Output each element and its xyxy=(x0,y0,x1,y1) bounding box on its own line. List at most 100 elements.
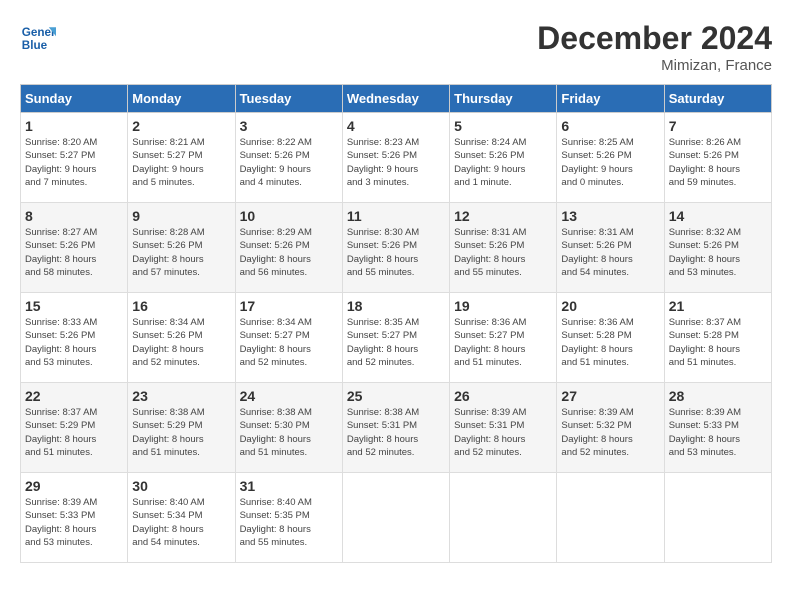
calendar-cell: 31 Sunrise: 8:40 AM Sunset: 5:35 PM Dayli… xyxy=(235,473,342,563)
calendar-cell: 5 Sunrise: 8:24 AM Sunset: 5:26 PM Daylig… xyxy=(450,113,557,203)
calendar-cell: 20 Sunrise: 8:36 AM Sunset: 5:28 PM Dayli… xyxy=(557,293,664,383)
day-number: 20 xyxy=(561,298,659,314)
day-info: Sunrise: 8:28 AM Sunset: 5:26 PM Dayligh… xyxy=(132,226,230,279)
calendar-cell: 22Sunrise: 8:37 AM Sunset: 5:29 PM Dayli… xyxy=(21,383,128,473)
calendar-cell: 13Sunrise: 8:31 AM Sunset: 5:26 PM Dayli… xyxy=(557,203,664,293)
day-info: Sunrise: 8:34 AM Sunset: 5:26 PM Dayligh… xyxy=(132,316,230,369)
calendar-cell: 15 Sunrise: 8:33 AM Sunset: 5:26 PM Dayli… xyxy=(21,293,128,383)
day-number: 26 xyxy=(454,388,552,404)
calendar-cell: 19 Sunrise: 8:36 AM Sunset: 5:27 PM Dayli… xyxy=(450,293,557,383)
day-info: Sunrise: 8:29 AM Sunset: 5:26 PM Dayligh… xyxy=(240,226,338,279)
calendar-cell: 4Sunrise: 8:23 AM Sunset: 5:26 PM Daylig… xyxy=(342,113,449,203)
calendar-cell: 16 Sunrise: 8:34 AM Sunset: 5:26 PM Dayli… xyxy=(128,293,235,383)
weekday-header: Tuesday xyxy=(235,85,342,113)
day-info: Sunrise: 8:39 AM Sunset: 5:33 PM Dayligh… xyxy=(669,406,767,459)
calendar-cell: 18 Sunrise: 8:35 AM Sunset: 5:27 PM Dayli… xyxy=(342,293,449,383)
day-info: Sunrise: 8:34 AM Sunset: 5:27 PM Dayligh… xyxy=(240,316,338,369)
day-number: 10 xyxy=(240,208,338,224)
weekday-header: Monday xyxy=(128,85,235,113)
day-info: Sunrise: 8:36 AM Sunset: 5:28 PM Dayligh… xyxy=(561,316,659,369)
calendar-cell xyxy=(450,473,557,563)
day-number: 22 xyxy=(25,388,123,404)
weekday-header: Friday xyxy=(557,85,664,113)
day-number: 23 xyxy=(132,388,230,404)
day-info: Sunrise: 8:40 AM Sunset: 5:34 PM Dayligh… xyxy=(132,496,230,549)
calendar-cell: 26 Sunrise: 8:39 AM Sunset: 5:31 PM Dayli… xyxy=(450,383,557,473)
day-number: 4 xyxy=(347,118,445,134)
day-info: Sunrise: 8:31 AM Sunset: 5:26 PM Dayligh… xyxy=(561,226,659,279)
calendar-cell xyxy=(557,473,664,563)
calendar-cell: 23 Sunrise: 8:38 AM Sunset: 5:29 PM Dayli… xyxy=(128,383,235,473)
day-number: 12 xyxy=(454,208,552,224)
calendar-cell: 24 Sunrise: 8:38 AM Sunset: 5:30 PM Dayli… xyxy=(235,383,342,473)
day-number: 1 xyxy=(25,118,123,134)
day-number: 19 xyxy=(454,298,552,314)
day-info: Sunrise: 8:20 AM Sunset: 5:27 PM Dayligh… xyxy=(25,136,123,189)
day-number: 29 xyxy=(25,478,123,494)
page-header: General Blue December 2024 Mimizan, Fran… xyxy=(20,20,772,74)
calendar-cell: 1 Sunrise: 8:20 AM Sunset: 5:27 PM Daylig… xyxy=(21,113,128,203)
calendar-cell: 21 Sunrise: 8:37 AM Sunset: 5:28 PM Dayli… xyxy=(664,293,771,383)
day-info: Sunrise: 8:24 AM Sunset: 5:26 PM Dayligh… xyxy=(454,136,552,189)
calendar-cell: 14Sunrise: 8:32 AM Sunset: 5:26 PM Dayli… xyxy=(664,203,771,293)
day-info: Sunrise: 8:38 AM Sunset: 5:31 PM Dayligh… xyxy=(347,406,445,459)
weekday-header: Wednesday xyxy=(342,85,449,113)
svg-text:Blue: Blue xyxy=(22,39,48,52)
day-info: Sunrise: 8:39 AM Sunset: 5:33 PM Dayligh… xyxy=(25,496,123,549)
weekday-header: Thursday xyxy=(450,85,557,113)
day-info: Sunrise: 8:38 AM Sunset: 5:29 PM Dayligh… xyxy=(132,406,230,459)
day-info: Sunrise: 8:40 AM Sunset: 5:35 PM Dayligh… xyxy=(240,496,338,549)
day-info: Sunrise: 8:36 AM Sunset: 5:27 PM Dayligh… xyxy=(454,316,552,369)
day-info: Sunrise: 8:38 AM Sunset: 5:30 PM Dayligh… xyxy=(240,406,338,459)
calendar-cell: 12 Sunrise: 8:31 AM Sunset: 5:26 PM Dayli… xyxy=(450,203,557,293)
day-number: 2 xyxy=(132,118,230,134)
day-info: Sunrise: 8:37 AM Sunset: 5:28 PM Dayligh… xyxy=(669,316,767,369)
day-number: 27 xyxy=(561,388,659,404)
day-info: Sunrise: 8:27 AM Sunset: 5:26 PM Dayligh… xyxy=(25,226,123,279)
day-info: Sunrise: 8:33 AM Sunset: 5:26 PM Dayligh… xyxy=(25,316,123,369)
day-number: 18 xyxy=(347,298,445,314)
day-number: 8 xyxy=(25,208,123,224)
day-number: 5 xyxy=(454,118,552,134)
calendar-cell: 10 Sunrise: 8:29 AM Sunset: 5:26 PM Dayli… xyxy=(235,203,342,293)
calendar-table: SundayMondayTuesdayWednesdayThursdayFrid… xyxy=(20,84,772,563)
weekday-header: Sunday xyxy=(21,85,128,113)
calendar-cell: 11Sunrise: 8:30 AM Sunset: 5:26 PM Dayli… xyxy=(342,203,449,293)
day-info: Sunrise: 8:22 AM Sunset: 5:26 PM Dayligh… xyxy=(240,136,338,189)
day-number: 24 xyxy=(240,388,338,404)
calendar-cell: 17Sunrise: 8:34 AM Sunset: 5:27 PM Dayli… xyxy=(235,293,342,383)
calendar-cell: 29 Sunrise: 8:39 AM Sunset: 5:33 PM Dayli… xyxy=(21,473,128,563)
day-info: Sunrise: 8:39 AM Sunset: 5:32 PM Dayligh… xyxy=(561,406,659,459)
day-info: Sunrise: 8:26 AM Sunset: 5:26 PM Dayligh… xyxy=(669,136,767,189)
day-number: 6 xyxy=(561,118,659,134)
day-number: 9 xyxy=(132,208,230,224)
day-number: 11 xyxy=(347,208,445,224)
day-number: 7 xyxy=(669,118,767,134)
calendar-cell: 30 Sunrise: 8:40 AM Sunset: 5:34 PM Dayli… xyxy=(128,473,235,563)
day-info: Sunrise: 8:31 AM Sunset: 5:26 PM Dayligh… xyxy=(454,226,552,279)
day-number: 28 xyxy=(669,388,767,404)
day-info: Sunrise: 8:39 AM Sunset: 5:31 PM Dayligh… xyxy=(454,406,552,459)
calendar-cell: 3Sunrise: 8:22 AM Sunset: 5:26 PM Daylig… xyxy=(235,113,342,203)
calendar-cell: 27 Sunrise: 8:39 AM Sunset: 5:32 PM Dayli… xyxy=(557,383,664,473)
day-number: 30 xyxy=(132,478,230,494)
day-info: Sunrise: 8:25 AM Sunset: 5:26 PM Dayligh… xyxy=(561,136,659,189)
calendar-cell: 8 Sunrise: 8:27 AM Sunset: 5:26 PM Daylig… xyxy=(21,203,128,293)
day-number: 21 xyxy=(669,298,767,314)
day-number: 31 xyxy=(240,478,338,494)
day-info: Sunrise: 8:21 AM Sunset: 5:27 PM Dayligh… xyxy=(132,136,230,189)
calendar-cell xyxy=(664,473,771,563)
day-info: Sunrise: 8:35 AM Sunset: 5:27 PM Dayligh… xyxy=(347,316,445,369)
calendar-cell: 2 Sunrise: 8:21 AM Sunset: 5:27 PM Daylig… xyxy=(128,113,235,203)
day-number: 16 xyxy=(132,298,230,314)
calendar-cell: 25 Sunrise: 8:38 AM Sunset: 5:31 PM Dayli… xyxy=(342,383,449,473)
calendar-cell: 9 Sunrise: 8:28 AM Sunset: 5:26 PM Daylig… xyxy=(128,203,235,293)
location: Mimizan, France xyxy=(537,57,772,74)
day-info: Sunrise: 8:32 AM Sunset: 5:26 PM Dayligh… xyxy=(669,226,767,279)
title-area: December 2024 Mimizan, France xyxy=(537,20,772,74)
calendar-cell: 7 Sunrise: 8:26 AM Sunset: 5:26 PM Daylig… xyxy=(664,113,771,203)
calendar-cell: 28 Sunrise: 8:39 AM Sunset: 5:33 PM Dayli… xyxy=(664,383,771,473)
day-number: 25 xyxy=(347,388,445,404)
month-title: December 2024 xyxy=(537,20,772,57)
day-number: 15 xyxy=(25,298,123,314)
